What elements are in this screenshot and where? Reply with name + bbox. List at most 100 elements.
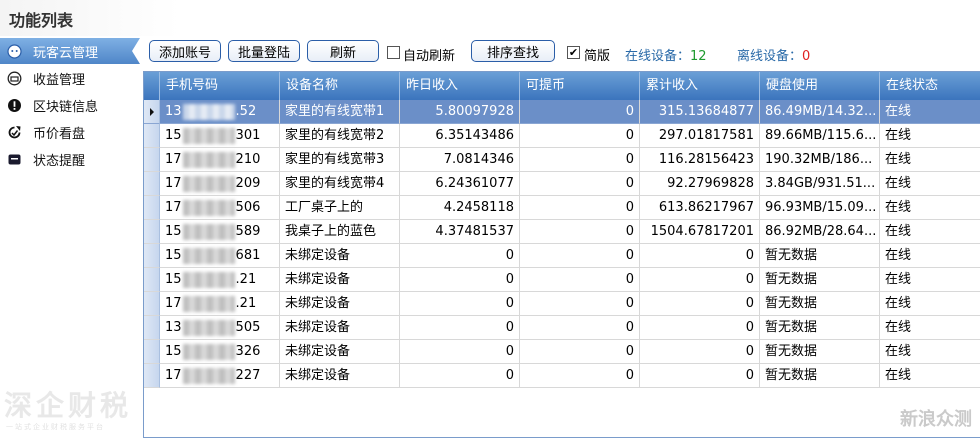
device-name-cell[interactable]: 未绑定设备 xyxy=(280,340,400,364)
phone-cell[interactable]: 17 210 xyxy=(160,148,280,172)
disk-usage-cell[interactable]: 86.92MB/28.64... xyxy=(760,220,880,244)
header-disk-usage[interactable]: 硬盘使用 xyxy=(760,72,880,100)
total-income-cell[interactable]: 0 xyxy=(640,292,760,316)
header-phone[interactable]: 手机号码 xyxy=(160,72,280,100)
yesterday-income-cell[interactable]: 4.37481537 xyxy=(400,220,520,244)
device-name-cell[interactable]: 未绑定设备 xyxy=(280,244,400,268)
disk-usage-cell[interactable]: 3.84GB/931.51... xyxy=(760,172,880,196)
total-income-cell[interactable]: 0 xyxy=(640,316,760,340)
withdrawable-cell[interactable]: 0 xyxy=(520,196,640,220)
simple-mode-checkbox[interactable]: ✔ xyxy=(567,46,580,59)
phone-cell[interactable]: 15 301 xyxy=(160,124,280,148)
table-row[interactable]: 15 326 未绑定设备 0 0 0 暂无数据 在线 xyxy=(144,340,980,364)
device-name-cell[interactable]: 家里的有线宽带4 xyxy=(280,172,400,196)
refresh-button[interactable]: 刷新 xyxy=(307,40,379,62)
phone-cell[interactable]: 13 505 xyxy=(160,316,280,340)
yesterday-income-cell[interactable]: 5.80097928 xyxy=(400,100,520,124)
table-row[interactable]: 15 681 未绑定设备 0 0 0 暂无数据 在线 xyxy=(144,244,980,268)
device-name-cell[interactable]: 未绑定设备 xyxy=(280,316,400,340)
disk-usage-cell[interactable]: 暂无数据 xyxy=(760,316,880,340)
device-name-cell[interactable]: 家里的有线宽带1 xyxy=(280,100,400,124)
total-income-cell[interactable]: 92.27969828 xyxy=(640,172,760,196)
device-name-cell[interactable]: 家里的有线宽带3 xyxy=(280,148,400,172)
device-name-cell[interactable]: 我桌子上的蓝色 xyxy=(280,220,400,244)
phone-cell[interactable]: 17 209 xyxy=(160,172,280,196)
table-row[interactable]: 15 301 家里的有线宽带2 6.35143486 0 297.01817581 89.6… xyxy=(144,124,980,148)
disk-usage-cell[interactable]: 暂无数据 xyxy=(760,340,880,364)
phone-cell[interactable]: 17.21 xyxy=(160,292,280,316)
withdrawable-cell[interactable]: 0 xyxy=(520,148,640,172)
online-status-cell[interactable]: 在线 xyxy=(880,364,980,388)
phone-cell[interactable]: 15 326 xyxy=(160,340,280,364)
table-row[interactable]: 17 506 工厂桌子上的 4.2458118 0 613.86217967 96.93MB… xyxy=(144,196,980,220)
yesterday-income-cell[interactable]: 0 xyxy=(400,292,520,316)
phone-cell[interactable]: 15 589 xyxy=(160,220,280,244)
header-yesterday-income[interactable]: 昨日收入 xyxy=(400,72,520,100)
table-row[interactable]: 17 209 家里的有线宽带4 6.24361077 0 92.27969828 3.84G… xyxy=(144,172,980,196)
withdrawable-cell[interactable]: 0 xyxy=(520,100,640,124)
auto-refresh-checkbox[interactable] xyxy=(387,46,400,59)
yesterday-income-cell[interactable]: 0 xyxy=(400,340,520,364)
withdrawable-cell[interactable]: 0 xyxy=(520,220,640,244)
sidebar-item-price-board[interactable]: 币价看盘 xyxy=(0,119,140,145)
disk-usage-cell[interactable]: 暂无数据 xyxy=(760,244,880,268)
total-income-cell[interactable]: 315.13684877 xyxy=(640,100,760,124)
withdrawable-cell[interactable]: 0 xyxy=(520,244,640,268)
yesterday-income-cell[interactable]: 6.24361077 xyxy=(400,172,520,196)
online-status-cell[interactable]: 在线 xyxy=(880,172,980,196)
yesterday-income-cell[interactable]: 6.35143486 xyxy=(400,124,520,148)
yesterday-income-cell[interactable]: 0 xyxy=(400,268,520,292)
online-status-cell[interactable]: 在线 xyxy=(880,148,980,172)
yesterday-income-cell[interactable]: 0 xyxy=(400,364,520,388)
header-device-name[interactable]: 设备名称 xyxy=(280,72,400,100)
device-name-cell[interactable]: 家里的有线宽带2 xyxy=(280,124,400,148)
yesterday-income-cell[interactable]: 7.0814346 xyxy=(400,148,520,172)
table-row[interactable]: 17 227 未绑定设备 0 0 0 暂无数据 在线 xyxy=(144,364,980,388)
total-income-cell[interactable]: 0 xyxy=(640,244,760,268)
total-income-cell[interactable]: 0 xyxy=(640,364,760,388)
table-row[interactable]: 15.21 未绑定设备 0 0 0 暂无数据 在线 xyxy=(144,268,980,292)
phone-cell[interactable]: 15.21 xyxy=(160,268,280,292)
withdrawable-cell[interactable]: 0 xyxy=(520,340,640,364)
phone-cell[interactable]: 17 227 xyxy=(160,364,280,388)
total-income-cell[interactable]: 0 xyxy=(640,340,760,364)
online-status-cell[interactable]: 在线 xyxy=(880,244,980,268)
yesterday-income-cell[interactable]: 0 xyxy=(400,316,520,340)
header-total-income[interactable]: 累计收入 xyxy=(640,72,760,100)
disk-usage-cell[interactable]: 96.93MB/15.09... xyxy=(760,196,880,220)
online-status-cell[interactable]: 在线 xyxy=(880,292,980,316)
sort-search-button[interactable]: 排序查找 xyxy=(471,40,555,62)
sidebar-item-income[interactable]: 收益管理 xyxy=(0,65,140,91)
table-row[interactable]: 17.21 未绑定设备 0 0 0 暂无数据 在线 xyxy=(144,292,980,316)
online-status-cell[interactable]: 在线 xyxy=(880,100,980,124)
withdrawable-cell[interactable]: 0 xyxy=(520,292,640,316)
header-online-status[interactable]: 在线状态 xyxy=(880,72,980,100)
table-row[interactable]: 13 505 未绑定设备 0 0 0 暂无数据 在线 xyxy=(144,316,980,340)
device-name-cell[interactable]: 未绑定设备 xyxy=(280,364,400,388)
disk-usage-cell[interactable]: 190.32MB/186... xyxy=(760,148,880,172)
online-status-cell[interactable]: 在线 xyxy=(880,340,980,364)
sidebar-item-wanke-cloud[interactable]: 玩客云管理 xyxy=(0,38,140,64)
phone-cell[interactable]: 13.52 xyxy=(160,100,280,124)
add-account-button[interactable]: 添加账号 xyxy=(149,40,221,62)
batch-login-button[interactable]: 批量登陆 xyxy=(228,40,300,62)
disk-usage-cell[interactable]: 暂无数据 xyxy=(760,364,880,388)
phone-cell[interactable]: 17 506 xyxy=(160,196,280,220)
online-status-cell[interactable]: 在线 xyxy=(880,316,980,340)
total-income-cell[interactable]: 297.01817581 xyxy=(640,124,760,148)
device-name-cell[interactable]: 未绑定设备 xyxy=(280,268,400,292)
disk-usage-cell[interactable]: 86.49MB/14.32... xyxy=(760,100,880,124)
device-name-cell[interactable]: 未绑定设备 xyxy=(280,292,400,316)
online-status-cell[interactable]: 在线 xyxy=(880,196,980,220)
yesterday-income-cell[interactable]: 4.2458118 xyxy=(400,196,520,220)
withdrawable-cell[interactable]: 0 xyxy=(520,316,640,340)
withdrawable-cell[interactable]: 0 xyxy=(520,268,640,292)
table-row[interactable]: 17 210 家里的有线宽带3 7.0814346 0 116.28156423 190.3… xyxy=(144,148,980,172)
sidebar-item-blockchain-info[interactable]: 区块链信息 xyxy=(0,92,140,118)
sidebar-item-status-alert[interactable]: 状态提醒 xyxy=(0,146,140,172)
online-status-cell[interactable]: 在线 xyxy=(880,220,980,244)
disk-usage-cell[interactable]: 89.66MB/115.6... xyxy=(760,124,880,148)
total-income-cell[interactable]: 0 xyxy=(640,268,760,292)
disk-usage-cell[interactable]: 暂无数据 xyxy=(760,292,880,316)
total-income-cell[interactable]: 116.28156423 xyxy=(640,148,760,172)
